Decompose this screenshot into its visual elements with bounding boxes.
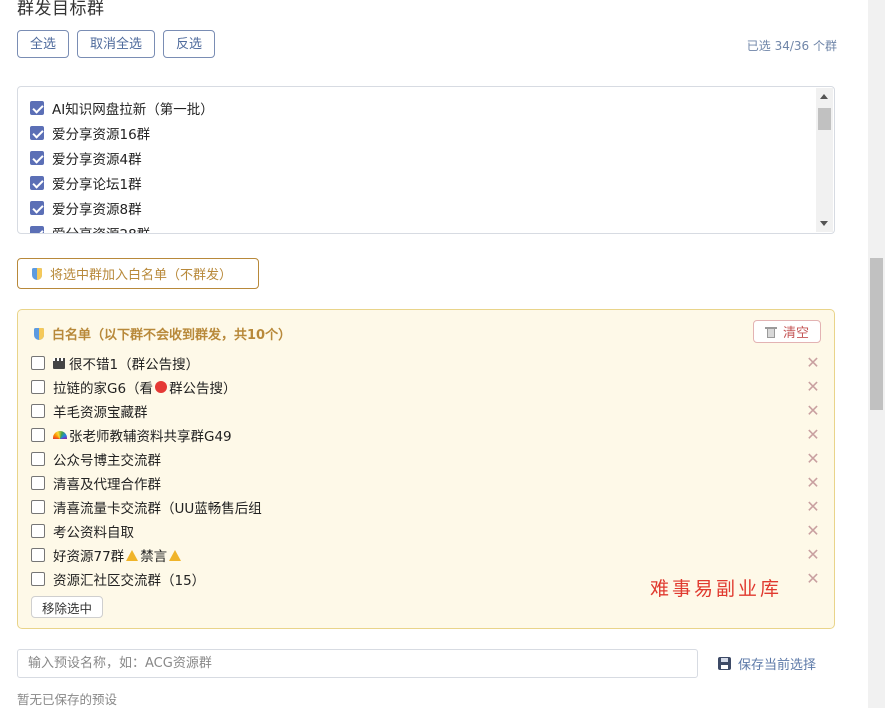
remove-selected-button[interactable]: 移除选中 [31, 596, 103, 618]
whitelist-item[interactable]: 张老师教辅资料共享群G49 ✕ [31, 423, 821, 447]
whitelist-checkbox[interactable] [31, 428, 45, 442]
clear-label: 清空 [782, 326, 809, 341]
whitelist-item-name: 张老师教辅资料共享群G49 [69, 429, 232, 445]
page-scrollbar[interactable] [868, 0, 885, 708]
remove-item-icon[interactable]: ✕ [805, 475, 821, 491]
whitelist-item[interactable]: 好资源77群 禁言 ✕ [31, 543, 821, 567]
trash-icon [764, 326, 777, 338]
whitelist-checkbox[interactable] [31, 476, 45, 490]
group-checkbox[interactable] [30, 225, 44, 233]
preset-name-input[interactable] [17, 649, 698, 678]
group-list-item[interactable]: 爱分享论坛1群 [30, 170, 804, 195]
no-preset-text: 暂无已保存的预设 [17, 692, 118, 707]
group-name: AI知识网盘拉新（第一批） [52, 101, 214, 118]
clear-whitelist-button[interactable]: 清空 [753, 320, 821, 343]
whitelist-checkbox[interactable] [31, 380, 45, 394]
whitelist-checkbox[interactable] [31, 500, 45, 514]
whitelist-checkbox[interactable] [31, 524, 45, 538]
group-checkbox[interactable] [30, 100, 44, 115]
group-name: 爱分享资源16群 [52, 126, 151, 143]
remove-item-icon[interactable]: ✕ [805, 403, 821, 419]
whitelist-item-suffix: 禁言 [140, 549, 168, 565]
whitelist-item-name: 清喜流量卡交流群（UU蓝畅售后组 [53, 501, 262, 517]
whitelist-checkbox[interactable] [31, 452, 45, 466]
remove-item-icon[interactable]: ✕ [805, 547, 821, 563]
whitelist-item-name: 清喜及代理合作群 [53, 477, 161, 493]
whitelist-item-name: 公众号博主交流群 [53, 453, 161, 469]
selection-toolbar: 全选 取消全选 反选 [17, 30, 216, 58]
remove-item-icon[interactable]: ✕ [805, 427, 821, 443]
shield-icon [34, 327, 44, 340]
broadcast-target-panel: 群发目标群 全选 取消全选 反选 已选 34/36 个群 AI知识网盘拉新（第一… [0, 0, 885, 708]
group-checkbox[interactable] [30, 150, 44, 165]
whitelist-item-name: 资源汇社区交流群（15） [53, 573, 206, 589]
whitelist-item[interactable]: 公众号博主交流群 ✕ [31, 447, 821, 471]
whitelist-panel: 白名单（以下群不会收到群发，共10个） 清空 很不错1（群公告搜） ✕ 拉链的家G6… [17, 309, 835, 629]
warning-icon [126, 549, 139, 561]
remove-item-icon[interactable]: ✕ [805, 451, 821, 467]
select-all-button[interactable]: 全选 [17, 30, 70, 58]
remove-item-icon[interactable]: ✕ [805, 379, 821, 395]
rainbow-icon [53, 431, 67, 439]
whitelist-item[interactable]: 很不错1（群公告搜） ✕ [31, 351, 821, 375]
group-list-item[interactable]: 爱分享资源28群 [30, 220, 804, 234]
floppy-disk-icon [718, 657, 731, 670]
whitelist-item-name: 很不错1（群公告搜） [69, 357, 200, 373]
selected-count: 已选 34/36 个群 [746, 39, 837, 53]
whitelist-item-name: 拉链的家G6（看 [53, 381, 154, 397]
whitelist-title: 白名单（以下群不会收到群发，共10个） [52, 328, 292, 343]
whitelist-checkbox[interactable] [31, 356, 45, 370]
group-list: AI知识网盘拉新（第一批） 爱分享资源16群 爱分享资源4群 爱分享论坛1群 爱分享资源… [17, 86, 835, 234]
scroll-up-arrow-icon[interactable] [820, 94, 828, 99]
group-name: 爱分享论坛1群 [52, 176, 142, 193]
whitelist-checkbox[interactable] [31, 572, 45, 586]
add-to-whitelist-label: 将选中群加入白名单（不群发） [50, 268, 233, 283]
save-selection-button[interactable]: 保存当前选择 [718, 654, 816, 673]
group-list-item[interactable]: 爱分享资源16群 [30, 120, 804, 145]
page-scroll-thumb[interactable] [870, 258, 883, 410]
group-checkbox[interactable] [30, 125, 44, 140]
group-checkbox[interactable] [30, 175, 44, 190]
scroll-down-arrow-icon[interactable] [820, 221, 828, 226]
whitelist-item-name: 考公资料自取 [53, 525, 134, 541]
whitelist-item[interactable]: 拉链的家G6（看 群公告搜） ✕ [31, 375, 821, 399]
group-list-item[interactable]: 爱分享资源4群 [30, 145, 804, 170]
whitelist-item-name: 羊毛资源宝藏群 [53, 405, 148, 421]
group-name: 爱分享资源4群 [52, 151, 142, 168]
whitelist-item-suffix: 群公告搜） [169, 381, 237, 397]
watermark: 难事易副业库 [650, 578, 783, 600]
scroll-thumb[interactable] [818, 108, 831, 130]
group-name: 爱分享资源8群 [52, 201, 142, 218]
whitelist-header: 白名单（以下群不会收到群发，共10个） [34, 324, 291, 343]
whitelist-item[interactable]: 考公资料自取 ✕ [31, 519, 821, 543]
whitelist-item-name: 好资源77群 [53, 549, 125, 565]
whitelist-checkbox[interactable] [31, 548, 45, 562]
save-selection-label: 保存当前选择 [738, 658, 817, 673]
clapper-icon [53, 357, 65, 369]
group-list-item[interactable]: AI知识网盘拉新（第一批） [30, 95, 804, 120]
remove-item-icon[interactable]: ✕ [805, 355, 821, 371]
group-name: 爱分享资源28群 [52, 223, 150, 234]
remove-item-icon[interactable]: ✕ [805, 523, 821, 539]
red-circle-icon [155, 381, 168, 393]
whitelist-checkbox[interactable] [31, 404, 45, 418]
group-checkbox[interactable] [30, 200, 44, 215]
group-list-item[interactable]: 爱分享资源8群 [30, 195, 804, 220]
whitelist-item[interactable]: 清喜流量卡交流群（UU蓝畅售后组 ✕ [31, 495, 821, 519]
section-title: 群发目标群 [17, 0, 105, 19]
whitelist-item[interactable]: 羊毛资源宝藏群 ✕ [31, 399, 821, 423]
whitelist-item[interactable]: 清喜及代理合作群 ✕ [31, 471, 821, 495]
deselect-all-button[interactable]: 取消全选 [77, 30, 156, 58]
remove-item-icon[interactable]: ✕ [805, 571, 821, 587]
shield-icon [32, 267, 42, 280]
add-to-whitelist-button[interactable]: 将选中群加入白名单（不群发） [17, 258, 259, 289]
group-list-scrollbar[interactable] [816, 88, 833, 232]
warning-icon [169, 549, 182, 561]
remove-item-icon[interactable]: ✕ [805, 499, 821, 515]
invert-selection-button[interactable]: 反选 [163, 30, 216, 58]
